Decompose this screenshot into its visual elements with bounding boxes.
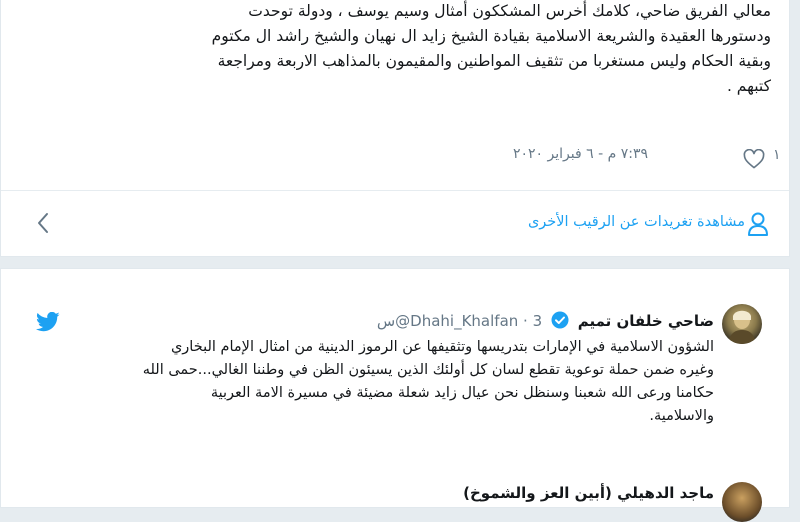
tweet-line: حكامنا ورعى الله شعبنا وسنظل نحن عيال زا… (210, 385, 714, 401)
tweet-line: والاسلامية. (649, 408, 714, 424)
chevron-left-icon[interactable] (35, 211, 51, 239)
heart-icon[interactable] (743, 148, 765, 173)
tweet-line: معالي الفريق ضاحي، كلامك أخرس المشككون أ… (248, 2, 771, 20)
like-count: ١ (773, 147, 781, 163)
tweet-line: وبقية الحكام وليس مستغربا من تثقيف الموا… (217, 52, 771, 70)
verified-badge-icon (551, 311, 569, 333)
tweet-line: وغيره ضمن حملة توعوية تقطع لسان كل أولئك… (142, 362, 714, 378)
reply-avatar[interactable] (722, 482, 762, 522)
twitter-bird-icon[interactable] (36, 311, 60, 336)
divider (1, 190, 789, 191)
tweet-header: ضاحي خلفان تميم @Dhahi_Khalfan · 3س (377, 311, 714, 333)
tweet-card: معالي الفريق ضاحي، كلامك أخرس المشككون أ… (0, 0, 790, 257)
tweet-text: معالي الفريق ضاحي، كلامك أخرس المشككون أ… (41, 0, 771, 99)
tweet-line: الشؤون الاسلامية في الإمارات بتدريسها وت… (170, 339, 714, 355)
tweet-timestamp[interactable]: ٧:٣٩ م - ٦ فبراير ٢٠٢٠ (513, 146, 648, 162)
person-icon (747, 211, 769, 241)
display-name[interactable]: ضاحي خلفان تميم (578, 312, 714, 330)
tweet-line: ودستورها العقيدة والشريعة الاسلامية بقيا… (211, 27, 771, 45)
reply-display-name[interactable]: ماجد الدهيلي (أبين العز والشموخ) (463, 484, 714, 502)
quoted-tweet-text: الشؤون الاسلامية في الإمارات بتدريسها وت… (40, 336, 714, 428)
separator-dot: · (523, 312, 533, 330)
avatar[interactable] (722, 304, 762, 344)
user-handle[interactable]: @Dhahi_Khalfan (395, 312, 518, 330)
view-other-tweets-link[interactable]: مشاهدة تغريدات عن الرقيب الأخرى (528, 214, 745, 230)
tweet-line: كتبهم . (726, 77, 771, 95)
